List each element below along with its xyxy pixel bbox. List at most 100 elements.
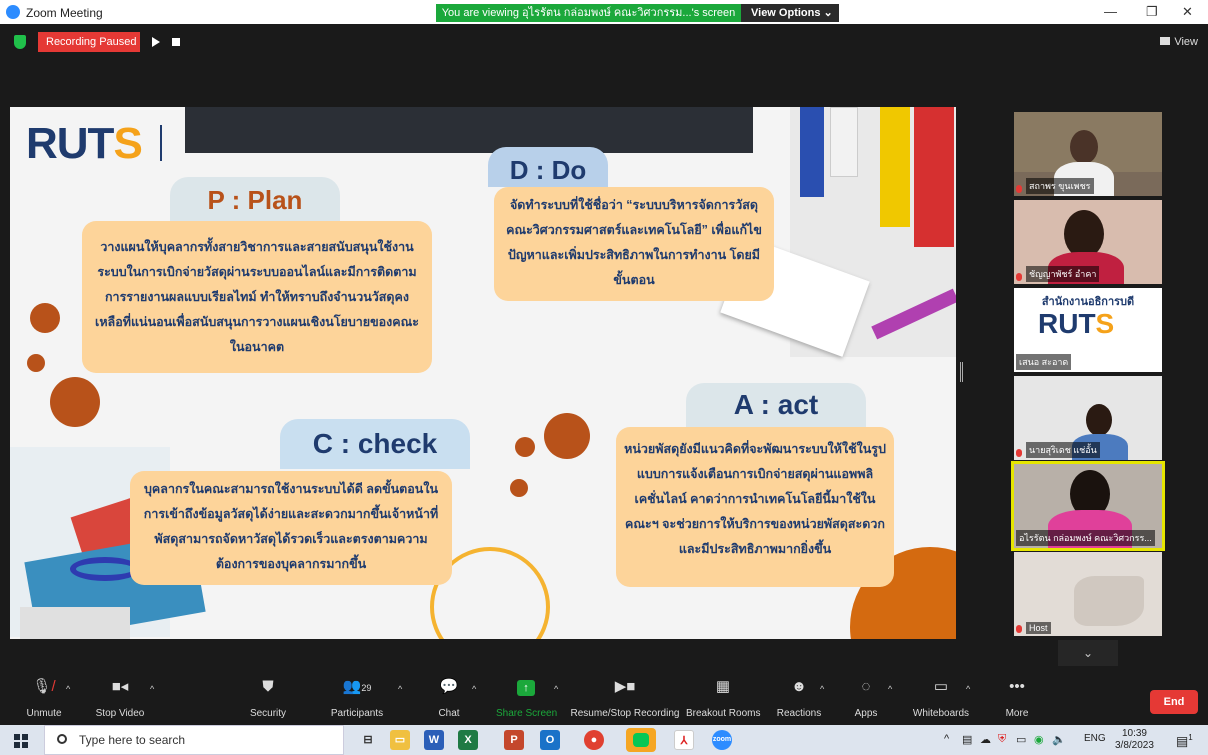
participant-name: นายสุริเดช แช่อั้น (1026, 442, 1100, 458)
participant-tile[interactable]: ชัญญาพัชร์ อำคา (1014, 200, 1162, 284)
line-tray-icon[interactable]: ◉ (1034, 733, 1044, 746)
cloud-icon[interactable]: ☁ (980, 733, 991, 746)
view-button[interactable]: View (1160, 36, 1198, 48)
clock-time: 10:39 (1121, 728, 1147, 739)
more-dots-icon: ••• (1009, 678, 1025, 695)
view-options-button[interactable]: View Options ⌄ (741, 4, 839, 22)
participant-name: เสนอ สะอาด (1016, 354, 1072, 370)
chat-chevron-icon[interactable]: ^ (472, 684, 476, 694)
zoom-logo-icon (6, 5, 20, 19)
smiley-plus-icon: ☻ (791, 678, 807, 695)
participant-name: อไรรัตน กล่อมพงษ์ คณะวิศวกรร... (1016, 530, 1155, 546)
display-icon[interactable]: ▭ (1016, 733, 1026, 746)
participants-label: Participants (330, 708, 384, 719)
stop-video-button[interactable]: ■◂ Stop Video (92, 676, 148, 719)
breakout-grid-icon: ▦ (715, 678, 731, 695)
resize-handle[interactable] (960, 362, 963, 382)
unmute-button[interactable]: 🎙/ Unmute (22, 676, 66, 719)
resume-recording-label: Resume/Stop Recording (570, 708, 680, 719)
zoom-taskbar-icon[interactable]: zoom (712, 730, 732, 750)
resume-stop-recording-button[interactable]: ▶■ Resume/Stop Recording (568, 676, 682, 719)
system-clock[interactable]: 10:39 3/8/2023 (1115, 728, 1154, 752)
chrome-icon[interactable]: ● (584, 730, 604, 750)
end-meeting-button[interactable]: End (1150, 690, 1198, 714)
participant-tile[interactable]: สถาพร ขุนเพชร (1014, 112, 1162, 196)
participant-name: ชัญญาพัชร์ อำคา (1026, 266, 1100, 282)
acrobat-icon[interactable]: ⅄ (674, 730, 694, 750)
act-body: หน่วยพัสดุยังมีแนวคิดที่จะพัฒนาระบบให้ใช… (616, 427, 894, 587)
reactions-label: Reactions (776, 708, 822, 719)
whiteboards-button[interactable]: ▭ Whiteboards (910, 676, 972, 719)
language-indicator[interactable]: ENG (1084, 733, 1106, 744)
whiteboard-icon: ▭ (933, 678, 949, 695)
search-icon (57, 734, 67, 744)
decorative-dot (515, 437, 535, 457)
notification-icon[interactable]: ▤1 (1176, 733, 1193, 749)
taskbar-search-input[interactable]: Type here to search (44, 725, 344, 755)
stop-video-label: Stop Video (95, 708, 145, 719)
gallery-scroll-down-icon[interactable]: ⌄ (1058, 640, 1118, 666)
participants-button[interactable]: 👥29 Participants (328, 676, 386, 719)
whiteboards-chevron-icon[interactable]: ^ (966, 684, 970, 694)
whiteboards-label: Whiteboards (912, 708, 970, 719)
logo-s: S (1095, 308, 1115, 339)
window-title: Zoom Meeting (26, 6, 103, 20)
more-button[interactable]: ••• More (1002, 676, 1032, 719)
apps-chevron-icon[interactable]: ^ (888, 684, 892, 694)
file-explorer-icon[interactable]: ▭ (390, 730, 410, 750)
recording-status: Recording Paused (38, 32, 140, 52)
participant-tile[interactable]: สำนักงานอธิการบดี RUTS เสนอ สะอาด (1014, 288, 1162, 372)
participant-tile[interactable]: นายสุริเดช แช่อั้น (1014, 376, 1162, 460)
decorative-dot (50, 377, 100, 427)
tray-chevron-icon[interactable]: ^ (944, 733, 949, 745)
volume-icon[interactable]: 🔈 (1052, 733, 1066, 746)
search-placeholder: Type here to search (79, 733, 186, 747)
share-screen-label: Share Screen (496, 708, 558, 719)
windows-start-icon[interactable] (14, 734, 28, 748)
minimize-icon[interactable]: — (1104, 4, 1117, 19)
security-button[interactable]: ⛊ Security (246, 676, 290, 719)
word-icon[interactable]: W (424, 730, 444, 750)
video-options-chevron-icon[interactable]: ^ (150, 684, 154, 694)
chat-button[interactable]: 💬 Chat (434, 676, 464, 719)
line-app-icon[interactable] (626, 728, 656, 752)
powerpoint-icon[interactable]: P (504, 730, 524, 750)
do-title: D : Do (488, 147, 608, 187)
do-body: จัดทำระบบที่ใช้ชื่อว่า “ระบบบริหารจัดการ… (494, 187, 774, 301)
decorative-dot (510, 479, 528, 497)
logo-s: S (113, 119, 142, 168)
act-title: A : act (686, 383, 866, 427)
participant-tile-active-speaker[interactable]: อไรรัตน กล่อมพงษ์ คณะวิศวกรร... (1011, 461, 1165, 551)
reactions-button[interactable]: ☻ Reactions (776, 676, 822, 719)
tray-app-icon[interactable]: ▤ (962, 733, 972, 746)
task-view-icon[interactable]: ⊟ (358, 730, 378, 750)
ruts-logo-small: RUTS (1038, 308, 1114, 340)
participant-name: สถาพร ขุนเพชร (1026, 178, 1094, 194)
share-chevron-icon[interactable]: ^ (554, 684, 558, 694)
participant-tile[interactable]: Host (1014, 552, 1162, 636)
meeting-toolbar: 🎙/ Unmute ^ ■◂ Stop Video ^ ⛊ Security 👥… (0, 670, 1208, 722)
muted-mic-icon (1016, 273, 1022, 281)
participants-chevron-icon[interactable]: ^ (398, 684, 402, 694)
restore-icon[interactable]: ❐ (1146, 4, 1158, 20)
close-icon[interactable]: ✕ (1182, 4, 1193, 20)
title-bar: Zoom Meeting You are viewing อุไรรัตน กล… (0, 0, 1208, 24)
record-controls-icon: ▶■ (614, 678, 636, 695)
share-screen-icon: ↑ (496, 676, 556, 698)
resume-recording-icon[interactable] (152, 37, 160, 47)
outlook-icon[interactable]: O (540, 730, 560, 750)
security-tray-icon[interactable]: ⛨ (998, 733, 1006, 746)
stop-recording-icon[interactable] (172, 38, 180, 46)
chat-bubble-icon: 💬 (439, 678, 459, 695)
reactions-chevron-icon[interactable]: ^ (820, 684, 824, 694)
excel-icon[interactable]: X (458, 730, 478, 750)
audio-options-chevron-icon[interactable]: ^ (66, 684, 70, 694)
participants-icon: 👥29 (342, 678, 372, 695)
apps-button[interactable]: ◌ Apps (852, 676, 880, 719)
decorative-dot (30, 303, 60, 333)
check-title: C : check (280, 419, 470, 469)
breakout-rooms-button[interactable]: ▦ Breakout Rooms (686, 676, 760, 719)
share-screen-button[interactable]: ↑ Share Screen (496, 676, 558, 719)
participants-count: 29 (361, 683, 372, 693)
plan-body: วางแผนให้บุคลากรทั้งสายวิชาการและสายสนับ… (82, 221, 432, 373)
